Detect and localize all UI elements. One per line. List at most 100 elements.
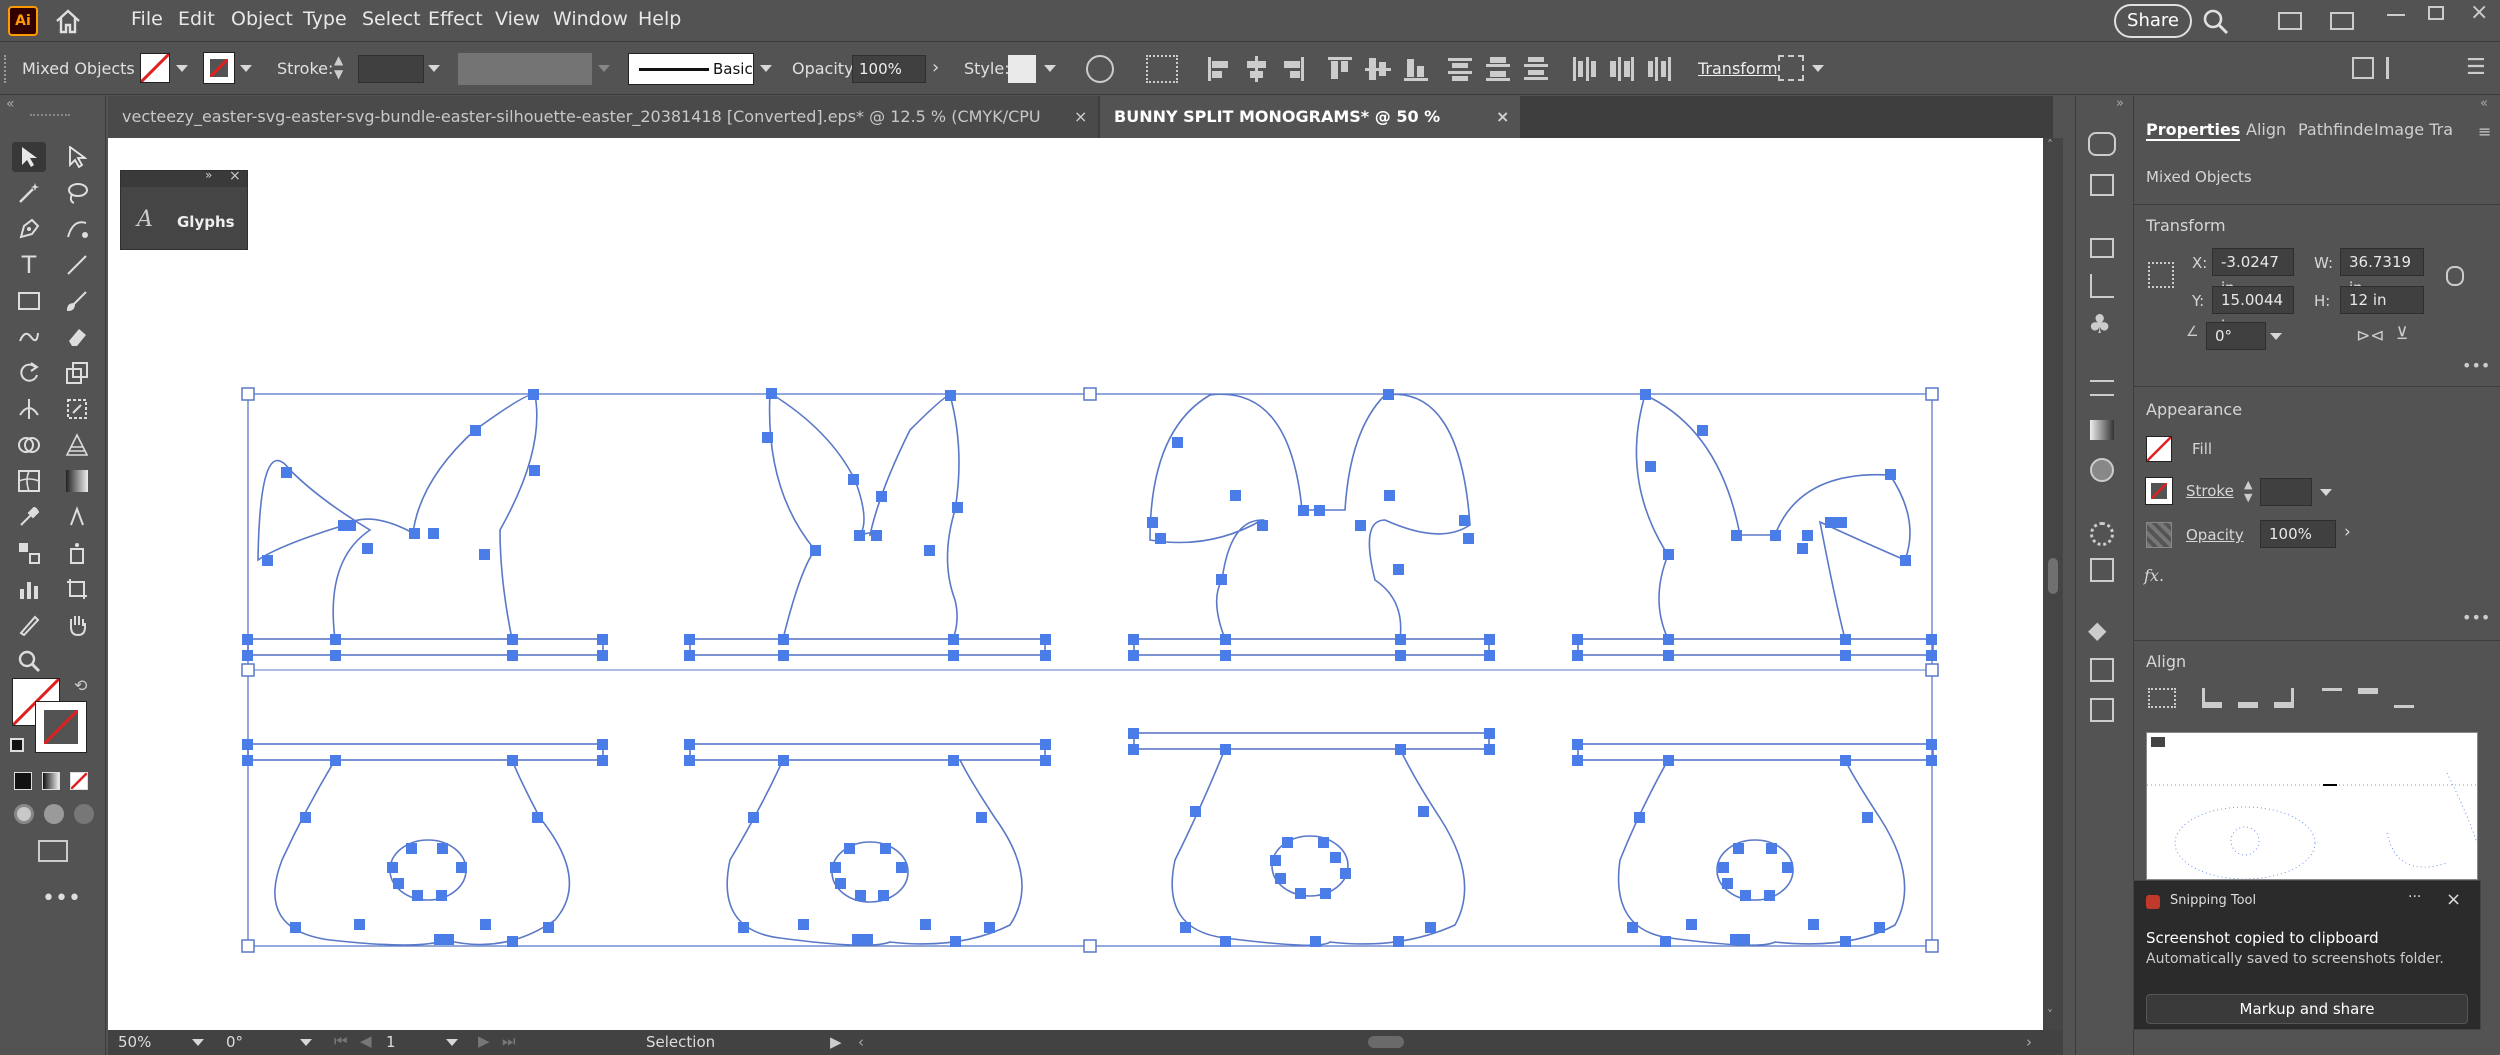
gradient-mode-icon[interactable]: [42, 772, 60, 790]
collapse-panel-icon[interactable]: «: [2480, 96, 2488, 111]
screen-mode-icon[interactable]: [38, 840, 68, 862]
swap-fill-stroke-icon[interactable]: ⟲: [74, 676, 87, 695]
align-to-selection-icon[interactable]: [1146, 55, 1178, 83]
y-field[interactable]: 15.0044 in: [2212, 286, 2294, 335]
flip-vertical-icon[interactable]: ⊻: [2396, 324, 2408, 344]
align-options-icon[interactable]: [2148, 688, 2176, 708]
transform-each-icon[interactable]: [1778, 55, 1804, 81]
graphic-styles-icon[interactable]: [2090, 558, 2114, 582]
lasso-tool-icon[interactable]: [60, 178, 94, 208]
width-field[interactable]: 36.7319 in: [2340, 248, 2424, 297]
align-vertical-center-icon[interactable]: [1364, 55, 1392, 88]
minimize-icon[interactable]: [2387, 14, 2405, 16]
pen-tool-icon[interactable]: [12, 214, 46, 244]
tab-image-trace[interactable]: Image Tra: [2374, 120, 2456, 139]
stroke-color-swatch[interactable]: [35, 701, 87, 753]
tab-properties[interactable]: Properties: [2146, 120, 2241, 141]
transparency-icon[interactable]: [2090, 458, 2114, 482]
hand-tool-icon[interactable]: [60, 610, 94, 640]
menu-file[interactable]: File: [131, 8, 163, 30]
artboard-dropdown-icon[interactable]: [446, 1039, 458, 1046]
align-bottom-icon[interactable]: [1402, 55, 1430, 88]
collapse-dock-icon[interactable]: »: [2116, 96, 2124, 111]
previous-artboard-icon[interactable]: ◀: [360, 1032, 372, 1050]
menu-window[interactable]: Window: [553, 8, 628, 30]
curvature-tool-icon[interactable]: [60, 214, 94, 244]
shaper-tool-icon[interactable]: [12, 322, 46, 352]
draw-behind-icon[interactable]: [44, 804, 64, 824]
perspective-grid-tool-icon[interactable]: [60, 430, 94, 460]
menu-object[interactable]: Object: [231, 8, 293, 30]
eraser-tool-icon[interactable]: [60, 322, 94, 352]
panel-menu-icon[interactable]: ≡: [2478, 122, 2491, 141]
align-right-icon[interactable]: [1282, 55, 1306, 88]
selection-tool-icon[interactable]: [12, 142, 46, 172]
rotation-dropdown-icon[interactable]: [300, 1039, 312, 1046]
opacity-field[interactable]: 100%: [2260, 520, 2336, 548]
tab-document-bunny[interactable]: BUNNY SPLIT MONOGRAMS* @ 50 % (RGB/CPU P…: [1100, 96, 1520, 168]
stroke-swatch[interactable]: [2145, 477, 2173, 505]
scroll-down-icon[interactable]: ˅: [2047, 1008, 2053, 1022]
hscroll-left-icon[interactable]: ‹: [858, 1033, 864, 1051]
brush-dropdown-icon[interactable]: [760, 65, 772, 72]
gradient-panel-icon[interactable]: [2090, 420, 2114, 440]
next-artboard-icon[interactable]: ▶: [478, 1032, 490, 1050]
align-top-icon[interactable]: [1326, 55, 1354, 88]
close-window-icon[interactable]: ×: [2470, 0, 2488, 25]
artboard-tool-icon[interactable]: [60, 574, 94, 604]
fill-swatch[interactable]: [139, 52, 171, 84]
rotate-dropdown-icon[interactable]: [2270, 333, 2282, 340]
layers-panel-icon[interactable]: [2090, 238, 2114, 258]
rotate-tool-icon[interactable]: [12, 358, 46, 388]
paintbrush-tool-icon[interactable]: [60, 286, 94, 316]
workspace-switcher-icon[interactable]: [2278, 12, 2302, 30]
last-artboard-icon[interactable]: ⏭: [502, 1032, 516, 1050]
home-icon[interactable]: [54, 8, 82, 34]
align-center-icon[interactable]: [2238, 688, 2258, 708]
stroke-weight-dropdown-icon[interactable]: [2320, 489, 2332, 496]
warp-tool-icon[interactable]: [12, 394, 46, 424]
scale-tool-icon[interactable]: [60, 358, 94, 388]
stroke-weight-field[interactable]: [358, 55, 424, 83]
align-middle-icon[interactable]: [2358, 688, 2378, 708]
zoom-field[interactable]: 50%: [118, 1033, 151, 1051]
search-icon[interactable]: [2202, 8, 2230, 41]
blend-tool-icon[interactable]: [12, 538, 46, 568]
align-right-icon[interactable]: [2274, 688, 2294, 708]
graphic-style-swatch[interactable]: [1008, 55, 1036, 83]
align-options-icon[interactable]: [2386, 57, 2408, 79]
stroke-swatch[interactable]: [203, 52, 235, 84]
symbols-icon[interactable]: ♣: [2088, 310, 2111, 340]
opacity-field[interactable]: 100%: [852, 55, 926, 83]
rectangle-tool-icon[interactable]: [12, 286, 46, 316]
glyphs-panel[interactable]: » × A Glyphs: [120, 168, 248, 250]
transform-link[interactable]: Transform: [1698, 59, 1778, 78]
first-artboard-icon[interactable]: ⏮: [334, 1032, 348, 1050]
stroke-label[interactable]: Stroke: [2186, 482, 2234, 500]
brush-definition[interactable]: Basic: [628, 53, 754, 85]
close-icon[interactable]: ×: [2446, 889, 2461, 910]
collapse-icon[interactable]: »: [205, 168, 212, 182]
fx-label[interactable]: fx.: [2144, 566, 2164, 585]
none-mode-icon[interactable]: [70, 772, 88, 790]
stroke-weight-dropdown-icon[interactable]: [428, 65, 440, 72]
collapse-panel-icon[interactable]: «: [6, 96, 15, 112]
fill-dropdown-icon[interactable]: [176, 65, 188, 72]
artwork[interactable]: [108, 138, 2043, 1030]
stroke-dropdown-icon[interactable]: [240, 65, 252, 72]
vertical-scrollbar[interactable]: ˄ ˅: [2043, 138, 2063, 1030]
asset-export-icon[interactable]: [2090, 274, 2114, 298]
tab-align[interactable]: Align: [2246, 120, 2286, 139]
draw-normal-icon[interactable]: [14, 804, 34, 824]
reference-point-icon[interactable]: [2148, 262, 2174, 288]
stroke-panel-icon[interactable]: [2090, 380, 2114, 396]
menu-view[interactable]: View: [495, 8, 540, 30]
stroke-stepper-icon[interactable]: ▲ ▼: [2244, 478, 2252, 504]
recolor-artwork-icon[interactable]: [1086, 55, 1114, 83]
screenshot-thumbnail[interactable]: [2146, 732, 2478, 880]
scroll-up-icon[interactable]: ˄: [2047, 138, 2053, 152]
status-menu-icon[interactable]: ▶: [830, 1033, 842, 1051]
style-dropdown-icon[interactable]: [1044, 65, 1056, 72]
height-field[interactable]: 12 in: [2340, 286, 2424, 314]
menu-type[interactable]: Type: [303, 8, 347, 30]
